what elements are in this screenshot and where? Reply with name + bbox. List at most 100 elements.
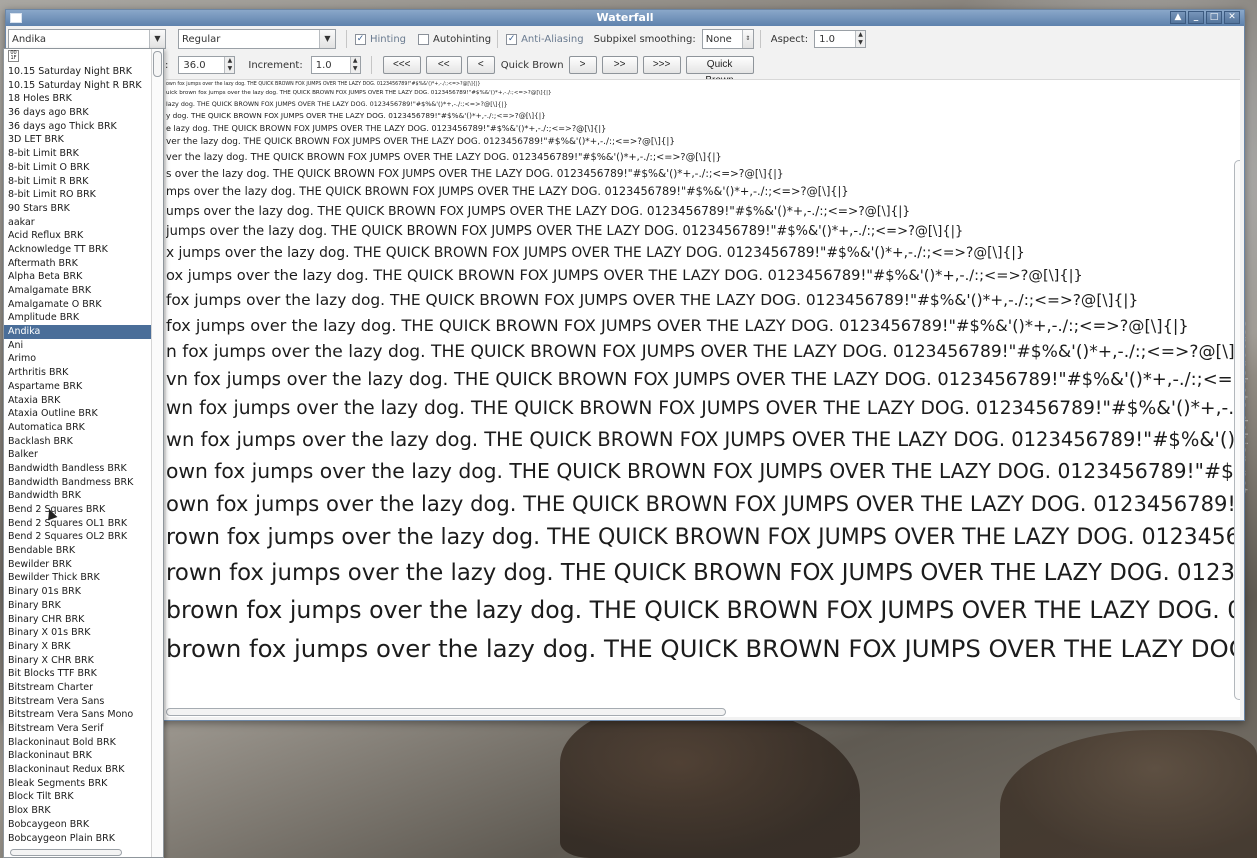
list-item[interactable]: 8-bit Limit RO BRK (4, 188, 163, 202)
list-item[interactable]: Bend 2 Squares OL2 BRK (4, 530, 163, 544)
maximize-icon[interactable]: □ (1206, 11, 1222, 24)
list-item[interactable]: Blox BRK (4, 804, 163, 818)
check-icon[interactable]: ✓ (506, 33, 518, 45)
subpixel-select[interactable]: None ⇕ (701, 29, 754, 49)
minimize-icon[interactable]: _ (1188, 11, 1204, 24)
list-item[interactable]: Block Tilt BRK (4, 790, 163, 804)
increment-spinner[interactable]: 1.0 ▲ ▼ (310, 56, 361, 74)
sample-line: e lazy dog. THE QUICK BROWN FOX JUMPS OV… (166, 123, 607, 133)
chevron-updown-icon[interactable]: ⇕ (741, 30, 753, 48)
vertical-scrollbar[interactable] (1234, 160, 1240, 700)
list-item[interactable]: 10.15 Saturday Night R BRK (4, 79, 163, 93)
list-item[interactable]: Bandwidth BRK (4, 489, 163, 503)
list-item[interactable]: 10.15 Saturday Night BRK (4, 65, 163, 79)
list-item[interactable]: Blackoninaut Bold BRK (4, 736, 163, 750)
back-button[interactable]: << (425, 56, 462, 74)
list-item[interactable]: Binary X CHR BRK (4, 654, 163, 668)
list-scrollbar-thumb[interactable] (153, 51, 162, 77)
list-item[interactable]: Binary BRK (4, 599, 163, 613)
step-back-button[interactable]: < (466, 56, 495, 74)
size-spinner[interactable]: 36.0 ▲ ▼ (178, 56, 236, 74)
chevron-down-icon[interactable]: ▼ (319, 30, 335, 48)
window-menu-icon[interactable] (10, 13, 22, 23)
list-item[interactable]: Ataxia Outline BRK (4, 407, 163, 421)
chevron-down-icon[interactable]: ▼ (149, 30, 165, 48)
list-item[interactable]: Balker (4, 448, 163, 462)
spinner-arrows-icon[interactable]: ▲ ▼ (349, 57, 360, 73)
list-item[interactable]: 8-bit Limit R BRK (4, 175, 163, 189)
style-select[interactable]: Regular ▼ (178, 29, 336, 49)
list-item[interactable]: Binary X BRK (4, 640, 163, 654)
list-item[interactable]: Bitstream Vera Sans (4, 695, 163, 709)
fast-back-button[interactable]: <<< (382, 56, 421, 74)
list-item[interactable]: Binary 01s BRK (4, 585, 163, 599)
list-item[interactable]: Bitstream Charter (4, 681, 163, 695)
list-item[interactable]: Backlash BRK (4, 435, 163, 449)
list-item[interactable]: Bandwidth Bandmess BRK (4, 476, 163, 490)
spinner-arrows-icon[interactable]: ▲ ▼ (855, 31, 866, 47)
font-dropdown-list[interactable]: 00 1F 10.15 Saturday Night BRK 10.15 Satur… (3, 48, 164, 858)
list-item[interactable]: Bend 2 Squares BRK (4, 503, 163, 517)
list-item[interactable]: Bobcaygeon Plain BRK (4, 832, 163, 846)
forward-button[interactable]: >> (601, 56, 638, 74)
list-item[interactable]: 90 Stars BRK (4, 202, 163, 216)
antialiasing-checkbox[interactable]: ✓ Anti-Aliasing (506, 33, 584, 45)
list-item[interactable]: Bitstream Vera Serif (4, 722, 163, 736)
list-item[interactable]: Aftermath BRK (4, 257, 163, 271)
hinting-checkbox[interactable]: ✓ Hinting (355, 33, 406, 45)
list-item[interactable]: Andika (4, 325, 163, 339)
list-item[interactable]: 8-bit Limit BRK (4, 147, 163, 161)
list-item[interactable]: Arimo (4, 352, 163, 366)
aspect-spinner[interactable]: 1.0 ▲ ▼ (814, 30, 867, 48)
waterfall-preview[interactable]: own fox jumps over the lazy dog. THE QUI… (166, 79, 1240, 717)
list-item[interactable]: Alpha Beta BRK (4, 270, 163, 284)
font-select[interactable]: Andika ▼ (8, 29, 166, 49)
preview-text-button[interactable]: Quick Brown (685, 56, 754, 86)
list-item[interactable]: aakar (4, 216, 163, 230)
list-item[interactable]: 00 1F (4, 49, 163, 65)
waterfall-window: Waterfall ▲ _ □ ✕ Andika ▼ Regular ▼ ✓ H… (5, 9, 1245, 721)
list-item[interactable]: Bewilder Thick BRK (4, 571, 163, 585)
spinner-arrows-icon[interactable]: ▲ ▼ (224, 57, 235, 73)
list-item[interactable]: Automatica BRK (4, 421, 163, 435)
list-item[interactable]: Blackoninaut BRK (4, 749, 163, 763)
list-item[interactable]: Ataxia BRK (4, 394, 163, 408)
checkbox-empty-icon[interactable] (418, 33, 430, 45)
title-bar[interactable]: Waterfall ▲ _ □ ✕ (6, 10, 1244, 26)
list-item[interactable]: Bitstream Vera Sans Mono (4, 708, 163, 722)
list-item[interactable]: Arthritis BRK (4, 366, 163, 380)
list-item[interactable]: Ani (4, 339, 163, 353)
list-item[interactable]: Bend 2 Squares OL1 BRK (4, 517, 163, 531)
raise-icon[interactable]: ▲ (1170, 11, 1186, 24)
list-item[interactable]: Acid Reflux BRK (4, 229, 163, 243)
sample-line: ox jumps over the lazy dog. THE QUICK BR… (166, 267, 1083, 284)
list-item[interactable]: Binary X 01s BRK (4, 626, 163, 640)
list-item[interactable]: Bendable BRK (4, 544, 163, 558)
list-item[interactable]: Blackoninaut Redux BRK (4, 763, 163, 777)
autohinting-checkbox[interactable]: Autohinting (418, 33, 491, 45)
list-item[interactable]: Aspartame BRK (4, 380, 163, 394)
list-item[interactable]: Bobcaygeon BRK (4, 818, 163, 832)
list-item[interactable]: Amalgamate O BRK (4, 298, 163, 312)
list-item[interactable]: Bleak Segments BRK (4, 777, 163, 791)
list-item[interactable]: 36 days ago BRK (4, 106, 163, 120)
list-item[interactable]: Bit Blocks TTF BRK (4, 667, 163, 681)
list-item[interactable]: 36 days ago Thick BRK (4, 120, 163, 134)
list-item[interactable]: Bewilder BRK (4, 558, 163, 572)
check-icon[interactable]: ✓ (355, 33, 366, 45)
separator (759, 30, 761, 48)
list-scroll-track[interactable] (151, 49, 163, 857)
list-item[interactable]: 8-bit Limit O BRK (4, 161, 163, 175)
list-item[interactable]: Amplitude BRK (4, 311, 163, 325)
horizontal-scrollbar[interactable] (166, 708, 726, 716)
list-item[interactable]: Amalgamate BRK (4, 284, 163, 298)
step-forward-button[interactable]: > (568, 56, 597, 74)
list-horizontal-scrollbar[interactable] (10, 849, 122, 856)
close-icon[interactable]: ✕ (1224, 11, 1240, 24)
list-item[interactable]: 3D LET BRK (4, 133, 163, 147)
list-item[interactable]: Binary CHR BRK (4, 613, 163, 627)
list-item[interactable]: Acknowledge TT BRK (4, 243, 163, 257)
list-item[interactable]: 18 Holes BRK (4, 92, 163, 106)
fast-forward-button[interactable]: >>> (642, 56, 681, 74)
list-item[interactable]: Bandwidth Bandless BRK (4, 462, 163, 476)
